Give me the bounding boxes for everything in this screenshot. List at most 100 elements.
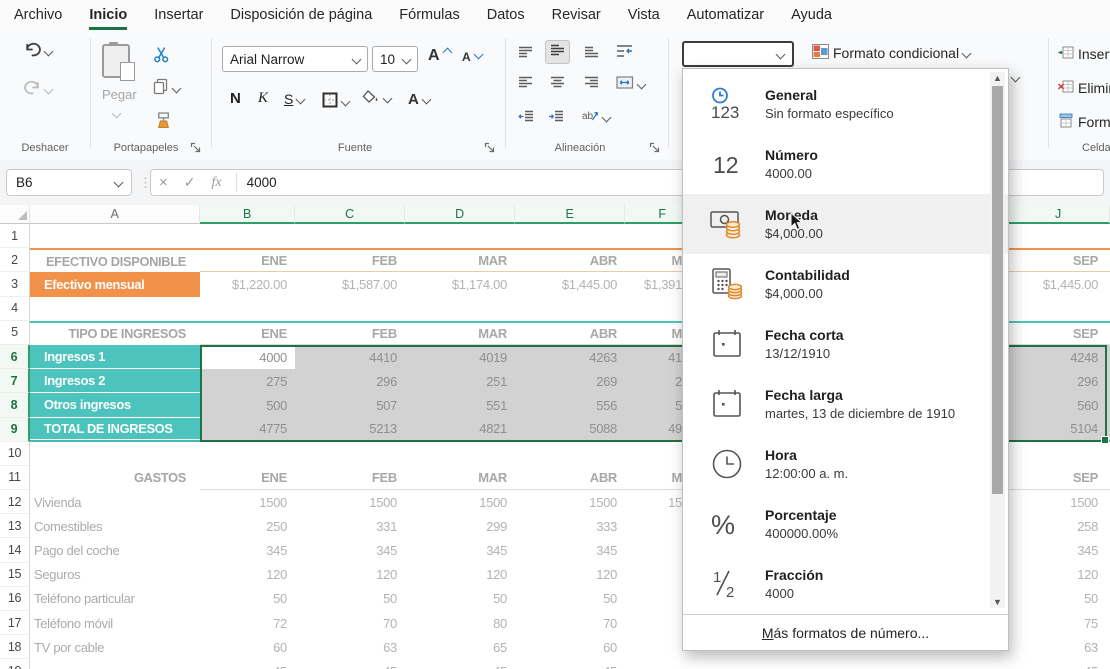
- cell-C7[interactable]: 296: [295, 369, 405, 393]
- cell-A19[interactable]: [30, 659, 200, 669]
- scroll-down-icon[interactable]: ▼: [990, 597, 1005, 607]
- menu-item-f-rmulas[interactable]: Fórmulas: [399, 0, 459, 30]
- menu-item-automatizar[interactable]: Automatizar: [687, 0, 764, 30]
- cell-D9[interactable]: 4821: [405, 418, 515, 440]
- row-header-9[interactable]: 9: [0, 418, 30, 442]
- cell-J12[interactable]: 1500: [1007, 490, 1110, 514]
- insert-cells-button[interactable]: Insertar: [1058, 45, 1110, 63]
- cell-B7[interactable]: 275: [200, 369, 295, 393]
- cell-E7[interactable]: 269: [515, 369, 625, 393]
- cell-J17[interactable]: 75: [1007, 611, 1110, 635]
- format-painter-button[interactable]: [155, 112, 172, 132]
- menu-item-ayuda[interactable]: Ayuda: [791, 0, 832, 30]
- cell-E14[interactable]: 345: [515, 538, 625, 562]
- cell-F19[interactable]: [625, 659, 700, 669]
- cell-A7[interactable]: Ingresos 2: [30, 369, 200, 393]
- row-header-19[interactable]: 19: [0, 659, 30, 669]
- clipboard-dialog-launcher[interactable]: [190, 141, 202, 153]
- cell-E15[interactable]: 120: [515, 563, 625, 587]
- cell-A12[interactable]: Vivienda: [30, 490, 200, 514]
- cell-J19[interactable]: 45: [1007, 659, 1110, 669]
- dropdown-scrollbar[interactable]: ▲ ▼: [990, 72, 1005, 608]
- align-left-button[interactable]: [518, 76, 533, 92]
- cell-J6[interactable]: 4248: [1007, 345, 1110, 369]
- increase-font-button[interactable]: A: [428, 47, 451, 65]
- cell-D1[interactable]: [405, 224, 515, 248]
- cell-E11[interactable]: ABR: [515, 466, 625, 490]
- cell-C8[interactable]: 507: [295, 393, 405, 417]
- cell-E1[interactable]: [515, 224, 625, 248]
- cell-E18[interactable]: 60: [515, 635, 625, 659]
- format-option-general[interactable]: 123GeneralSin formato específico: [683, 74, 1008, 134]
- row-header-5[interactable]: 5: [0, 321, 30, 345]
- cell-E2[interactable]: ABR: [515, 250, 625, 272]
- cell-A17[interactable]: Teléfono móvil: [30, 611, 200, 635]
- cell-D8[interactable]: 551: [405, 393, 515, 417]
- alignment-dialog-launcher[interactable]: [649, 141, 661, 153]
- format-option-moneda[interactable]: Moneda$4,000.00: [683, 194, 1008, 254]
- menu-item-disposici-n-de-p-gina[interactable]: Disposición de página: [230, 0, 372, 30]
- cell-B14[interactable]: 345: [200, 538, 295, 562]
- cell-B11[interactable]: ENE: [200, 466, 295, 490]
- cell-J2[interactable]: SEP: [1007, 250, 1110, 272]
- cell-J15[interactable]: 120: [1007, 563, 1110, 587]
- cell-D18[interactable]: 65: [405, 635, 515, 659]
- cell-C4[interactable]: [295, 297, 405, 321]
- menu-item-archivo[interactable]: Archivo: [14, 0, 62, 30]
- cell-C14[interactable]: 345: [295, 538, 405, 562]
- cell-B16[interactable]: 50: [200, 587, 295, 611]
- cell-J5[interactable]: SEP: [1007, 323, 1110, 345]
- cell-J9[interactable]: 5104: [1007, 418, 1110, 440]
- cell-E17[interactable]: 70: [515, 611, 625, 635]
- cell-B6[interactable]: 4000: [200, 345, 295, 369]
- cell-D4[interactable]: [405, 297, 515, 321]
- format-option-fecha-larga[interactable]: Fecha largamartes, 13 de diciembre de 19…: [683, 374, 1008, 434]
- cell-B3[interactable]: $1,220.00: [200, 272, 295, 296]
- cell-D10[interactable]: [405, 442, 515, 466]
- cell-C6[interactable]: 4410: [295, 345, 405, 369]
- menu-item-insertar[interactable]: Insertar: [154, 0, 203, 30]
- cell-J14[interactable]: 345: [1007, 538, 1110, 562]
- cell-B9[interactable]: 4775: [200, 418, 295, 440]
- decrease-indent-button[interactable]: [518, 110, 534, 126]
- row-header-14[interactable]: 14: [0, 538, 30, 562]
- cell-E3[interactable]: $1,445.00: [515, 272, 625, 296]
- cell-C19[interactable]: 45: [295, 659, 405, 669]
- font-dialog-launcher[interactable]: [484, 141, 496, 153]
- copy-button[interactable]: [153, 78, 180, 98]
- row-header-10[interactable]: 10: [0, 442, 30, 466]
- menu-item-vista[interactable]: Vista: [628, 0, 660, 30]
- cell-A16[interactable]: Teléfono particular: [30, 587, 200, 611]
- cell-A8[interactable]: Otros ingresos: [30, 393, 200, 417]
- align-middle-button[interactable]: [545, 40, 570, 64]
- format-option-fecha-corta[interactable]: Fecha corta13/12/1910: [683, 314, 1008, 374]
- cell-A6[interactable]: Ingresos 1: [30, 345, 200, 369]
- paste-button[interactable]: Pegar: [102, 44, 130, 120]
- cell-J3[interactable]: $1,445.00: [1007, 272, 1110, 296]
- cell-E5[interactable]: ABR: [515, 323, 625, 345]
- cell-C16[interactable]: 50: [295, 587, 405, 611]
- row-header-8[interactable]: 8: [0, 393, 30, 417]
- cell-A3[interactable]: Efectivo mensual: [30, 272, 200, 296]
- cell-C5[interactable]: FEB: [295, 323, 405, 345]
- format-option-porcentaje[interactable]: %Porcentaje400000.00%: [683, 494, 1008, 554]
- cell-C18[interactable]: 63: [295, 635, 405, 659]
- align-top-button[interactable]: [518, 46, 533, 62]
- cell-J8[interactable]: 560: [1007, 393, 1110, 417]
- cell-A14[interactable]: Pago del coche: [30, 538, 200, 562]
- row-header-18[interactable]: 18: [0, 635, 30, 659]
- cell-D2[interactable]: MAR: [405, 250, 515, 272]
- menu-item-datos[interactable]: Datos: [487, 0, 525, 30]
- confirm-entry-icon[interactable]: ✓: [176, 174, 204, 191]
- cell-B4[interactable]: [200, 297, 295, 321]
- cell-B12[interactable]: 1500: [200, 490, 295, 514]
- align-bottom-button[interactable]: [584, 46, 599, 62]
- cell-B5[interactable]: ENE: [200, 323, 295, 345]
- cell-A9[interactable]: TOTAL DE INGRESOS: [30, 418, 200, 440]
- cell-A10[interactable]: [30, 442, 200, 466]
- cell-E8[interactable]: 556: [515, 393, 625, 417]
- cell-C17[interactable]: 70: [295, 611, 405, 635]
- wrap-text-button[interactable]: [616, 44, 633, 62]
- cell-D15[interactable]: 120: [405, 563, 515, 587]
- row-header-2[interactable]: 2: [0, 248, 30, 272]
